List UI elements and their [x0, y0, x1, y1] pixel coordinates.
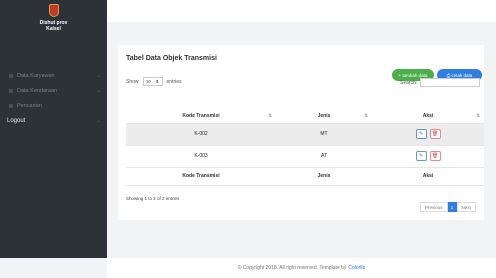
sort-icon: ⇅ — [268, 113, 272, 118]
delete-button[interactable]: 🗑 — [429, 129, 441, 139]
search-icon — [9, 103, 13, 108]
logo-icon — [48, 4, 59, 17]
column-header-kode[interactable]: Kode Transmisi ⇅ — [126, 110, 276, 124]
cell-jenis: AT — [276, 145, 372, 168]
cell-kode: K-002 — [126, 123, 276, 146]
search-label: Search: — [400, 79, 418, 86]
brand-line-2: Kalsel — [46, 26, 61, 32]
edit-button[interactable]: ✎ — [415, 151, 427, 161]
delete-button[interactable]: 🗑 — [429, 151, 441, 161]
sidebar-nav: Data Karyawan ⌄ Data Kendaraan ⌄ Pencari… — [0, 68, 107, 128]
column-header-jenis[interactable]: Jenis ⇅ — [276, 110, 372, 124]
chevron-down-icon: ⌄ — [96, 87, 101, 94]
column-header-aksi[interactable]: Aksi ⇅ — [372, 110, 484, 124]
pencil-icon: ✎ — [418, 153, 424, 159]
table-row: K-002 MT ✎ 🗑 — [126, 123, 484, 146]
sidebar: Dishut prov Kalsel Data Karyawan ⌄ Data … — [0, 0, 107, 258]
sidebar-item-data-karyawan[interactable]: Data Karyawan ⌄ — [0, 68, 107, 83]
users-icon — [9, 73, 13, 78]
footer-header-kode: Kode Transmisi — [126, 167, 276, 186]
cell-aksi: ✎ 🗑 — [372, 145, 484, 168]
search-control: Search: — [400, 78, 481, 87]
cell-kode: K-003 — [126, 145, 276, 168]
card-title: Tabel Data Objek Transmisi — [126, 55, 217, 62]
chevron-down-icon: ⌄ — [96, 72, 101, 79]
footer-header-jenis: Jenis — [276, 167, 372, 186]
search-input[interactable] — [420, 78, 481, 87]
table-row: K-003 AT ✎ 🗑 — [126, 145, 484, 168]
trash-icon: 🗑 — [431, 153, 439, 159]
sidebar-item-label: Data Kendaraan — [17, 87, 58, 94]
table-info: Showing 1 to 2 of 2 entries — [126, 196, 180, 201]
brand[interactable]: Dishut prov Kalsel — [0, 0, 107, 48]
sidebar-item-label: Pencarian — [17, 102, 42, 109]
entries-value: 10 — [145, 79, 151, 84]
sidebar-item-label: Logout — [7, 117, 26, 124]
entries-label: entries — [166, 78, 182, 85]
footer: © Copyright 2018. All right reserved. Te… — [107, 258, 496, 278]
entries-select[interactable]: 10 ⬍ — [142, 77, 163, 86]
trash-icon: 🗑 — [431, 131, 439, 137]
footer-header-aksi: Aksi — [372, 167, 484, 186]
sidebar-item-data-kendaraan[interactable]: Data Kendaraan ⌄ — [0, 83, 107, 98]
entries-control: Show 10 ⬍ entries — [126, 77, 182, 86]
sidebar-item-label: Data Karyawan — [17, 72, 55, 79]
sort-icon: ⇅ — [364, 113, 368, 118]
previous-button[interactable]: Previous — [420, 202, 448, 212]
footer-link[interactable]: Colorlib — [348, 265, 365, 271]
sort-icon: ⇅ — [476, 113, 480, 118]
top-bar — [107, 0, 496, 22]
footer-text: © Copyright 2018. All right reserved. Te… — [237, 265, 347, 271]
cell-aksi: ✎ 🗑 — [372, 123, 484, 146]
next-button[interactable]: Next — [456, 202, 476, 212]
car-icon — [9, 88, 13, 93]
data-table: Kode Transmisi ⇅ Jenis ⇅ Aksi ⇅ K-002 MT… — [126, 110, 484, 186]
edit-button[interactable]: ✎ — [415, 129, 427, 139]
sidebar-item-logout[interactable]: Logout ⌄ — [0, 113, 107, 128]
pagination: Previous 1 Next — [420, 202, 476, 212]
chevron-down-icon: ⌄ — [96, 117, 101, 124]
sidebar-item-pencarian[interactable]: Pencarian — [0, 98, 107, 113]
cell-jenis: MT — [276, 123, 372, 146]
page-button-1[interactable]: 1 — [447, 202, 457, 212]
select-caret-icon: ⬍ — [155, 78, 160, 84]
show-label: Show — [126, 78, 139, 85]
pencil-icon: ✎ — [418, 131, 424, 137]
